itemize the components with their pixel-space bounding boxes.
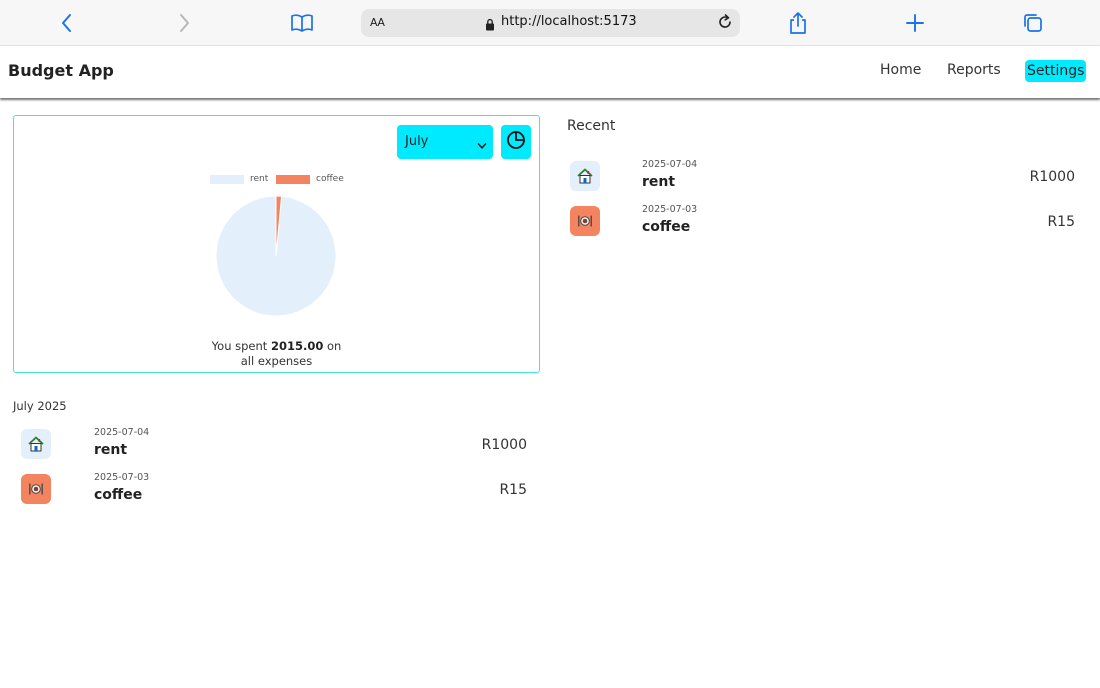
legend-item-rent: rent [210,174,268,184]
month-select[interactable]: July [397,125,493,159]
plate-icon [570,206,600,236]
reload-icon[interactable] [716,13,734,35]
tabs-overview-icon[interactable] [1018,8,1048,38]
chevron-down-icon [477,136,487,155]
legend-swatch-rent [210,174,244,184]
recent-heading: Recent [567,118,616,134]
recent-expense-row[interactable]: 2025-07-04 rent R1000 [570,159,1076,193]
back-icon[interactable] [52,8,82,38]
chart-type-toggle-button[interactable] [501,125,531,159]
legend-swatch-coffee [276,174,310,184]
expense-name: rent [94,442,128,458]
expense-date: 2025-07-03 [642,204,698,215]
app-header: Budget App Home Reports Settings [0,46,1100,98]
expense-name: rent [642,174,676,190]
spent-suffix-line2: all expenses [240,354,313,368]
expense-pie-chart [215,195,337,317]
legend-label-coffee: coffee [316,174,344,184]
legend-label-rent: rent [250,174,269,184]
address-bar[interactable]: AA http://localhost:5173 [361,9,740,37]
pie-chart-icon [506,130,526,154]
house-icon [570,161,600,191]
spent-summary: You spent 2015.00 on all expenses [164,339,389,369]
text-size-button[interactable]: AA [370,16,385,29]
expense-date: 2025-07-03 [94,472,150,483]
bookmarks-icon[interactable] [287,8,317,38]
nav-settings-link[interactable]: Settings [1025,60,1087,82]
expense-date: 2025-07-04 [642,159,698,170]
month-list-heading: July 2025 [13,399,67,413]
lock-icon [485,16,495,35]
plate-icon [21,474,51,504]
expense-chart-card: July rent coffee You spent 2015.00 on al… [13,115,540,373]
recent-expense-row[interactable]: 2025-07-03 coffee R15 [570,204,1076,238]
spent-suffix: on [327,339,342,353]
share-icon[interactable] [783,8,813,38]
expense-amount: R1000 [1029,169,1075,185]
new-tab-icon[interactable] [900,8,930,38]
house-icon [21,429,51,459]
app-title: Budget App [8,61,114,80]
browser-toolbar: AA http://localhost:5173 [0,0,1100,46]
expense-name: coffee [642,219,691,235]
forward-icon[interactable] [169,8,199,38]
month-expense-row[interactable]: 2025-07-04 rent R1000 [21,427,527,461]
legend-item-coffee: coffee [276,174,344,184]
spent-prefix: You spent [211,339,268,353]
expense-date: 2025-07-04 [94,427,150,438]
expense-amount: R1000 [481,437,527,453]
url-text: http://localhost:5173 [501,14,637,29]
nav-reports-link[interactable]: Reports [947,62,1001,78]
expense-amount: R15 [499,482,527,498]
expense-amount: R15 [1047,214,1075,230]
month-select-value: July [405,134,429,149]
nav-home-link[interactable]: Home [880,62,921,78]
spent-amount: 2015.00 [270,339,324,353]
month-expense-row[interactable]: 2025-07-03 coffee R15 [21,472,527,506]
expense-name: coffee [94,487,143,503]
